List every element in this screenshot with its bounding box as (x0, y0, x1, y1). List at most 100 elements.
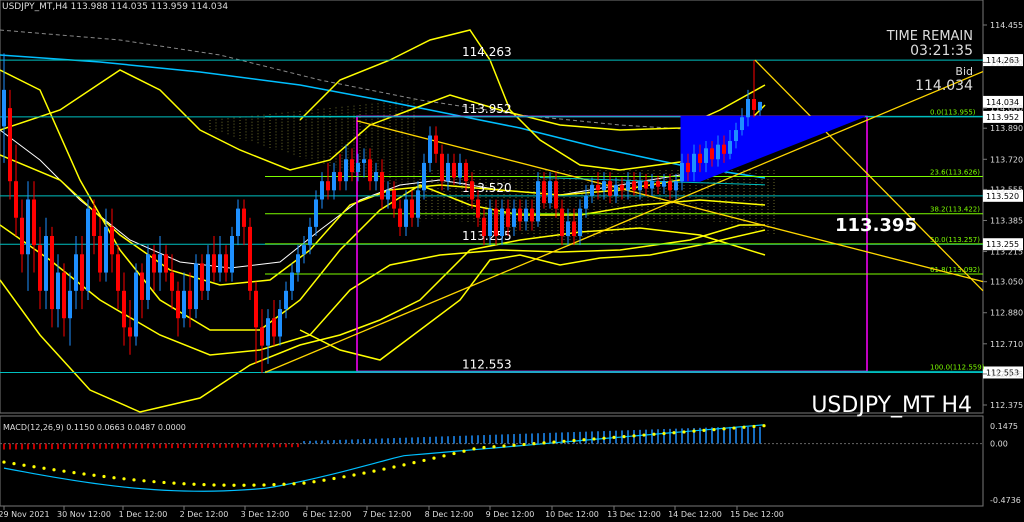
signal-dot (482, 445, 486, 450)
y-tick-label: 114.000 (990, 104, 1023, 113)
signal-dot (62, 469, 66, 473)
candle-body (338, 172, 342, 182)
candle-body (428, 135, 432, 163)
candle-body (578, 208, 582, 237)
candle-body (134, 272, 138, 337)
candle-body (356, 162, 360, 173)
macd-tick-label: 0.00 (990, 440, 1008, 449)
time-remain-value: 03:21:35 (910, 43, 973, 59)
candle-body (548, 181, 552, 204)
candle-body (122, 290, 126, 328)
candle-body (332, 172, 336, 191)
signal-dot (762, 424, 766, 428)
signal-dot (522, 442, 526, 447)
signal-dot (132, 478, 136, 482)
signal-dot (32, 465, 36, 469)
signal-dot (732, 426, 736, 430)
candle-body (506, 208, 510, 227)
y-tick-label: 114.455 (990, 21, 1023, 30)
signal-dot (742, 425, 746, 429)
candle-body (2, 89, 6, 127)
candle-body (488, 208, 492, 237)
candle-body (644, 181, 648, 189)
candle-body (284, 290, 288, 310)
candle-body (470, 181, 474, 200)
chart-header: USDJPY_MT,H4 113.988 114.035 113.959 114… (2, 2, 228, 12)
candle-body (398, 208, 402, 227)
candle-body (446, 162, 450, 182)
candle-body (590, 184, 594, 196)
signal-dot (72, 470, 76, 475)
candle-body (584, 195, 588, 209)
signal-dot (422, 458, 426, 463)
signal-dot (52, 468, 56, 472)
signal-dot (652, 432, 656, 436)
symbol-label: USDJPY_MT H4 (811, 393, 972, 418)
candle-body (260, 327, 264, 346)
y-tick-label: 114.250 (990, 58, 1023, 67)
y-tick-label: 113.385 (990, 216, 1023, 225)
price-chart: 114.263 114.034 113.952 113.520 113.255 112.5… (0, 0, 1024, 522)
signal-dot (572, 438, 576, 443)
candle-body (464, 162, 468, 182)
macd-tick-label: 0.1475 (990, 422, 1018, 431)
candle-body (50, 236, 54, 310)
candle-body (602, 181, 606, 191)
candle-body (116, 254, 120, 291)
candle-body (608, 181, 612, 196)
level-label: 113.520 (462, 181, 512, 195)
signal-dot (602, 436, 606, 440)
signal-dot (122, 477, 126, 481)
candle-body (572, 221, 576, 237)
candle-body (110, 226, 114, 255)
candle-body (476, 199, 480, 218)
signal-dot (392, 465, 396, 469)
candle-body (86, 208, 90, 291)
price-tag-text: 113.952 (986, 113, 1019, 122)
signal-dot (272, 483, 276, 487)
candle-body (458, 162, 462, 178)
y-tick-label: 113.720 (990, 155, 1023, 164)
signal-dot (642, 433, 646, 437)
signal-dot (502, 444, 506, 448)
signal-dot (632, 434, 636, 438)
candle-body (266, 318, 270, 346)
signal-dot (692, 429, 696, 433)
fib-label: 100.0(112.559) (930, 363, 985, 371)
x-tick-label: 6 Dec 12:00 (303, 510, 352, 519)
candle-body (344, 159, 348, 182)
signal-dot (82, 472, 86, 476)
candle-body (74, 254, 78, 291)
candle-body (524, 208, 528, 222)
candle-body (368, 159, 372, 182)
signal-dot (212, 483, 216, 487)
candle-body (614, 184, 618, 196)
fib-label: 23.6(113.626) (930, 168, 980, 176)
signal-dot (462, 449, 466, 453)
candle-body (212, 254, 216, 273)
candle-body (518, 208, 522, 222)
candle-body (8, 108, 12, 182)
x-tick-label: 7 Dec 12:00 (363, 510, 412, 519)
candle-body (674, 181, 678, 191)
candle-body (254, 290, 258, 328)
candle-body (326, 181, 330, 191)
signal-dot (12, 462, 16, 466)
candle-body (152, 254, 156, 273)
candle-body (626, 181, 630, 191)
candle-body (530, 208, 534, 222)
x-tick-label: 8 Dec 12:00 (425, 510, 474, 519)
signal-dot (222, 483, 226, 487)
candle-body (680, 162, 684, 182)
candle-body (272, 318, 276, 337)
candle-body (722, 144, 726, 154)
candle-body (182, 290, 186, 319)
signal-dot (402, 463, 406, 467)
signal-dot (362, 471, 366, 475)
signal-dot (752, 424, 756, 429)
candle-body (416, 190, 420, 218)
candle-body (452, 162, 456, 178)
signal-dot (622, 435, 626, 439)
candle-body (656, 181, 660, 187)
candle-body (662, 181, 666, 187)
